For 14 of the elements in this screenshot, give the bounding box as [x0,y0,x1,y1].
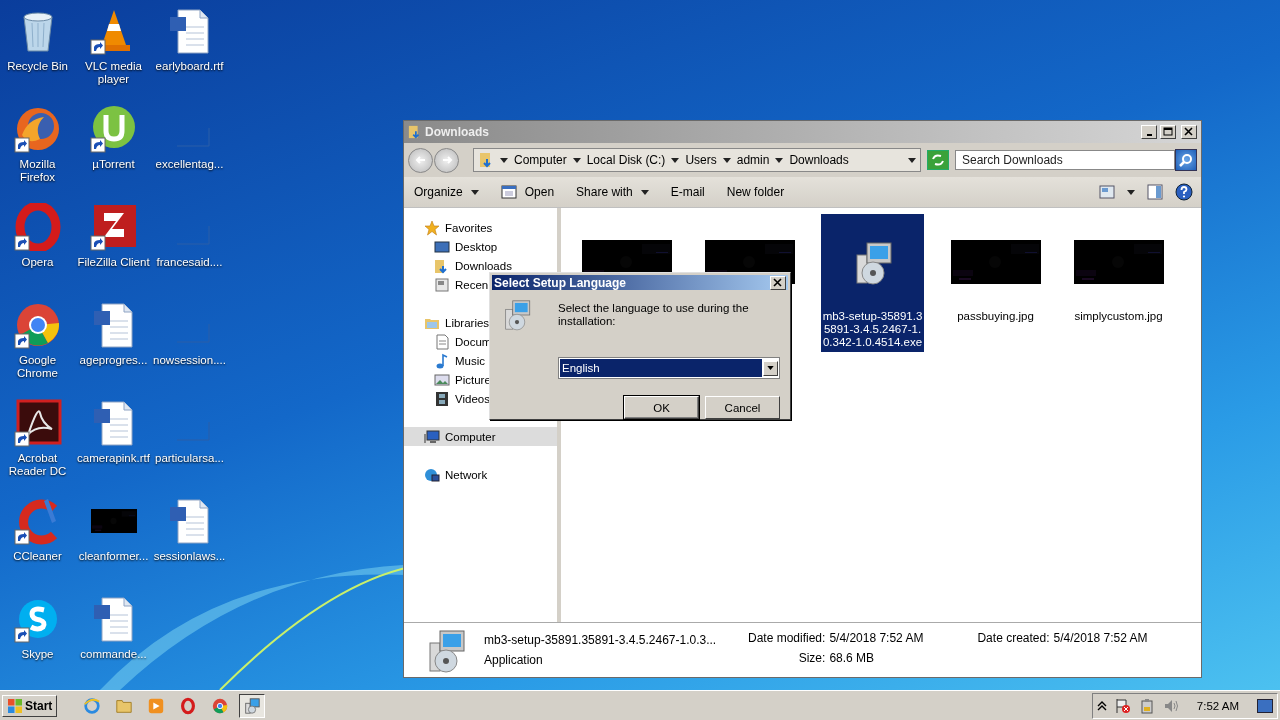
field-label: Date created: [977,631,1050,645]
file-name: mb3-setup-35891.35891-3.4.5.2467-1.0.342-1.0.4514.exe [822,310,923,349]
file-name: mb3-setup-35891.35891-3.4.5.2467-1.0.3... [484,633,718,647]
field-value: 68.6 MB [829,651,876,665]
dialog-message: Select the language to use during the installation: [558,302,750,328]
window-title: Downloads [425,125,490,139]
field-label: Date modified: [748,631,826,645]
file-name: simplycustom.jpg [1073,310,1164,323]
field-value: 5/4/2018 7:52 AM [1053,631,1148,645]
file-type: Application [484,653,544,667]
field-label: Size: [797,651,826,665]
dialog-title: Select Setup Language [494,275,628,290]
file-name: passbuying.jpg [956,310,1035,323]
field-value: 5/4/2018 7:52 AM [829,631,924,645]
